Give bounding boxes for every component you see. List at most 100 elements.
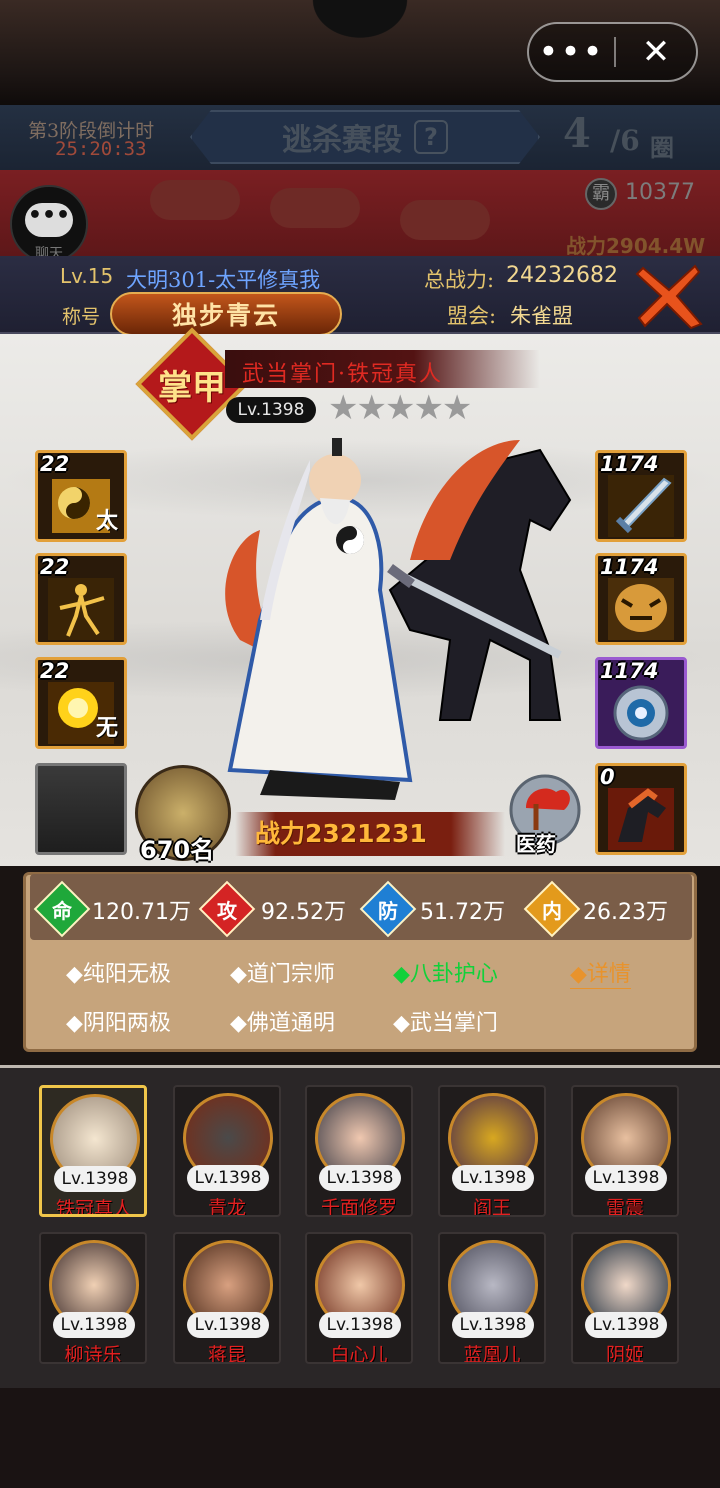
total-power-value: 24232682 — [506, 263, 618, 288]
mount-slot[interactable]: 0 — [595, 763, 687, 855]
slot-level: 1174 — [600, 452, 659, 476]
medicine-label: 医药 — [516, 832, 556, 856]
stat-value-inner: 26.23万 — [583, 900, 668, 925]
card-level: Lv.1398 — [53, 1312, 135, 1338]
slot-tag: 无 — [95, 715, 118, 741]
roster-card-4[interactable]: Lv.1398 阎王 — [438, 1085, 546, 1217]
martial-stance-icon — [48, 578, 114, 640]
card-name: 阎王 — [472, 1197, 511, 1217]
card-name: 蒋昆 — [207, 1344, 246, 1364]
card-name: 白心儿 — [330, 1344, 388, 1364]
hero-power: 战力2321231 — [255, 819, 427, 848]
card-name: 铁冠真人 — [55, 1198, 132, 1217]
player-server-name: 大明301-太平修真我 — [126, 268, 321, 292]
chat-bubble-icon: ••• — [25, 203, 73, 237]
stage-title: 逃杀赛段 — [282, 123, 402, 158]
roster-card-7[interactable]: Lv.1398 蒋昆 — [173, 1232, 281, 1364]
card-name: 雷震 — [605, 1197, 644, 1217]
slot-level: 1174 — [600, 555, 659, 579]
team-power: 战力2904.4W — [566, 234, 706, 258]
total-power-label: 总战力: — [424, 268, 495, 292]
skill-trait: ◆纯阳无极 — [66, 962, 171, 987]
roster-card-10[interactable]: Lv.1398 阴姬 — [571, 1232, 679, 1364]
slot-level: 22 — [40, 659, 70, 683]
card-level: Lv.1398 — [187, 1312, 269, 1338]
arena-slot — [150, 180, 240, 220]
title-badge-text: 独步青云 — [171, 301, 280, 330]
more-button[interactable]: ••• — [529, 24, 614, 80]
stat-label: 防 — [378, 899, 398, 923]
card-name: 阴姬 — [605, 1344, 644, 1364]
help-icon[interactable]: ? — [414, 120, 448, 154]
stat-label: 命 — [52, 899, 72, 923]
card-name: 蓝凰儿 — [463, 1344, 521, 1364]
weapon-slot[interactable]: 1174 — [595, 450, 687, 542]
skill-trait: ◆武当掌门 — [393, 1011, 498, 1036]
card-name: 柳诗乐 — [64, 1344, 122, 1364]
title-label: 称号 — [62, 306, 101, 328]
card-level: Lv.1398 — [585, 1165, 667, 1191]
skill-trait-active: ◆八卦护心 — [393, 962, 498, 987]
bottom-band — [0, 1388, 720, 1488]
arena-slot — [270, 188, 360, 228]
stage-title-frame: 逃杀赛段 ? — [190, 110, 540, 164]
stat-label: 内 — [542, 899, 562, 923]
card-level: Lv.1398 — [319, 1165, 401, 1191]
skill-trait: ◆佛道通明 — [230, 1011, 335, 1036]
card-level: Lv.1398 — [54, 1166, 136, 1192]
guild-label: 盟会: — [447, 304, 497, 328]
talisman-slot[interactable]: 1174 — [595, 657, 687, 749]
stat-value-defense: 51.72万 — [420, 900, 505, 925]
player-level: Lv.15 — [60, 264, 114, 288]
countdown-timer: 25:20:33 — [55, 138, 147, 160]
slot-tag: 太 — [95, 508, 118, 534]
card-level: Lv.1398 — [319, 1312, 401, 1338]
hero-figure-illustration — [225, 438, 572, 800]
slot-level: 1174 — [600, 659, 659, 683]
roster-card-1[interactable]: Lv.1398 铁冠真人 — [39, 1085, 147, 1217]
card-name: 青龙 — [207, 1197, 246, 1217]
hero-rank: 670名 — [140, 836, 215, 864]
stat-label: 攻 — [217, 899, 237, 923]
roster-card-3[interactable]: Lv.1398 千面修罗 — [305, 1085, 413, 1217]
empty-slot[interactable] — [35, 763, 127, 855]
skill-trait: ◆道门宗师 — [230, 962, 335, 987]
stat-value-hp: 120.71万 — [92, 900, 191, 925]
currency-icon: 霸 — [585, 178, 617, 210]
card-level: Lv.1398 — [187, 1165, 269, 1191]
sword-icon — [608, 475, 674, 537]
title-badge: 独步青云 — [110, 292, 342, 336]
card-level: Lv.1398 — [452, 1165, 534, 1191]
skill-slot-2[interactable]: 22 — [35, 553, 127, 645]
guild-name: 朱雀盟 — [510, 304, 573, 328]
roster-card-8[interactable]: Lv.1398 白心儿 — [305, 1232, 413, 1364]
roster-card-6[interactable]: Lv.1398 柳诗乐 — [39, 1232, 147, 1364]
details-link[interactable]: ◆详情 — [570, 956, 631, 989]
card-level: Lv.1398 — [585, 1312, 667, 1338]
skill-trait: ◆阴阳两极 — [66, 1011, 171, 1036]
horse-icon — [608, 788, 674, 850]
slot-level: 22 — [40, 452, 70, 476]
roof-ornament — [300, 0, 420, 48]
round-current: 4 — [563, 110, 591, 157]
armor-slot[interactable]: 1174 — [595, 553, 687, 645]
close-miniprogram-button[interactable]: ✕ — [616, 24, 696, 80]
bagua-talisman-icon — [613, 685, 669, 741]
roster-card-9[interactable]: Lv.1398 蓝凰儿 — [438, 1232, 546, 1364]
chat-button[interactable]: ••• 聊天 — [10, 185, 88, 263]
stat-value-attack: 92.52万 — [261, 900, 346, 925]
card-name: 千面修罗 — [320, 1197, 397, 1217]
round-unit: 圈 — [650, 134, 674, 162]
miniprogram-capsule: ••• ✕ — [527, 22, 698, 82]
tiger-armor-icon — [608, 578, 674, 640]
currency-value: 10377 — [625, 180, 695, 205]
hero-name: 武当掌门·铁冠真人 — [242, 362, 443, 387]
roster-card-2[interactable]: Lv.1398 青龙 — [173, 1085, 281, 1217]
skill-slot-1[interactable]: 22 太 — [35, 450, 127, 542]
roster-card-5[interactable]: Lv.1398 雷震 — [571, 1085, 679, 1217]
close-icon[interactable] — [635, 262, 703, 330]
slot-level: 22 — [40, 555, 70, 579]
card-level: Lv.1398 — [452, 1312, 534, 1338]
rank-emblem-text: 掌甲 — [158, 368, 226, 408]
skill-slot-3[interactable]: 22 无 — [35, 657, 127, 749]
